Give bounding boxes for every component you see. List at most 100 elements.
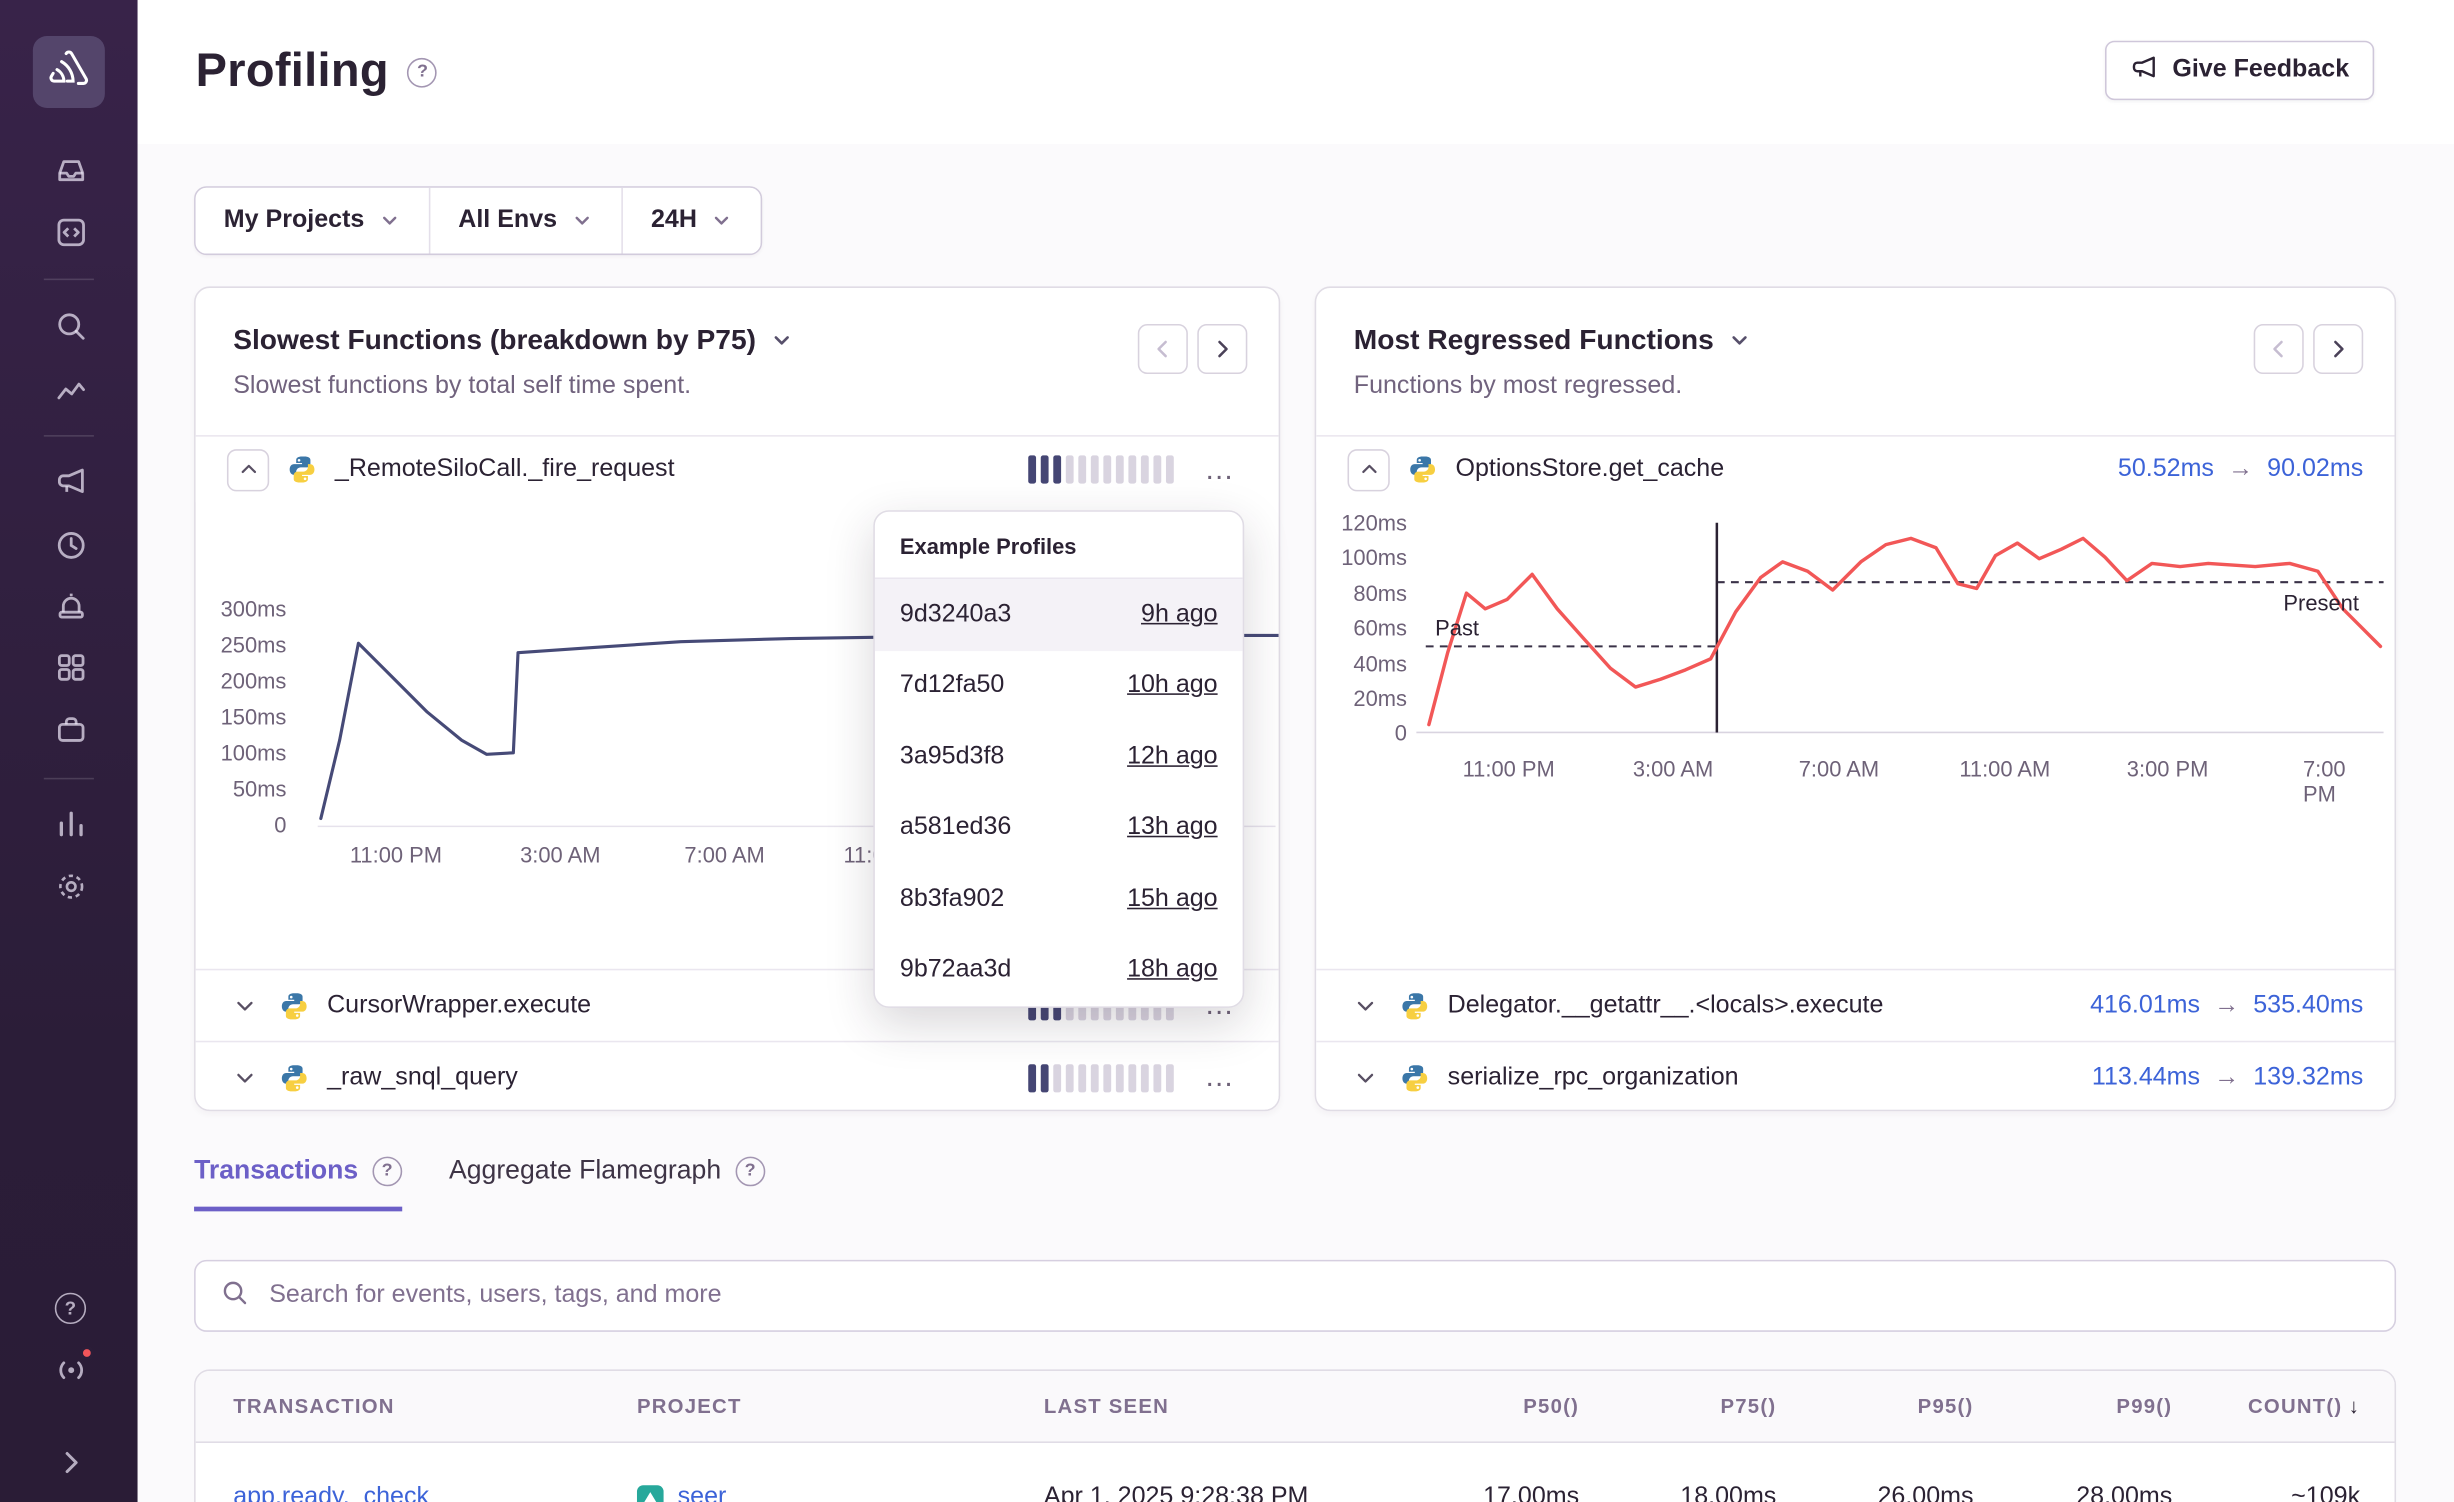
example-profiles-dropdown: Example Profiles 9d3240a3 9h ago 7d12fa5… <box>873 510 1244 1008</box>
function-name-link[interactable]: _raw_snql_query <box>327 1063 518 1091</box>
after-value[interactable]: 90.02ms <box>2267 455 2363 483</box>
issues-icon[interactable] <box>52 150 90 188</box>
sparkline <box>1028 455 1174 483</box>
col-p75[interactable]: P75() <box>1579 1394 1776 1417</box>
chevron-down-icon <box>571 210 593 232</box>
col-p99[interactable]: P99() <box>1974 1394 2173 1417</box>
row-menu-icon[interactable]: … <box>1191 1057 1247 1098</box>
collapse-row-icon[interactable] <box>227 448 269 490</box>
col-last-seen[interactable]: LAST SEEN <box>1044 1394 1380 1417</box>
present-label: Present <box>2283 590 2359 615</box>
profile-item[interactable]: a581ed36 13h ago <box>875 793 1243 864</box>
sidebar-collapse-icon[interactable] <box>52 1443 90 1481</box>
expand-row-icon[interactable] <box>227 988 261 1022</box>
row-menu-icon[interactable]: … <box>1191 449 1247 490</box>
sidebar-divider <box>44 279 94 281</box>
projects-filter[interactable]: My Projects <box>196 188 429 254</box>
page-title: Profiling <box>196 45 389 98</box>
whats-new-icon[interactable] <box>52 1351 90 1389</box>
profile-age-link[interactable]: 12h ago <box>1127 743 1218 771</box>
function-name-link[interactable]: _RemoteSiloCall._fire_request <box>335 455 675 483</box>
regression-delta: 50.52ms → 90.02ms <box>2118 455 2363 483</box>
search-input[interactable] <box>269 1282 2369 1310</box>
expand-row-icon[interactable] <box>1348 988 1382 1022</box>
sentry-logo-icon <box>45 47 92 97</box>
profile-item[interactable]: 9d3240a3 9h ago <box>875 579 1243 650</box>
x-tick: 7:00 PM <box>2303 756 2364 806</box>
flamegraph-help-icon[interactable]: ? <box>735 1156 765 1186</box>
before-value[interactable]: 113.44ms <box>2092 1063 2200 1091</box>
function-name-link[interactable]: serialize_rpc_organization <box>1448 1063 1739 1091</box>
profiling-help-icon[interactable]: ? <box>408 57 438 87</box>
feedback-nav-icon[interactable] <box>52 462 90 500</box>
profile-age-link[interactable]: 13h ago <box>1127 814 1218 842</box>
dashboards-icon[interactable] <box>52 648 90 686</box>
python-icon <box>1399 1062 1430 1093</box>
table-header-row: TRANSACTION PROJECT LAST SEEN P50() P75(… <box>196 1371 2395 1443</box>
x-tick: 3:00 AM <box>1633 756 1713 781</box>
profile-age-link[interactable]: 15h ago <box>1127 885 1218 913</box>
tab-aggregate-flamegraph[interactable]: Aggregate Flamegraph ? <box>449 1155 765 1211</box>
replays-icon[interactable] <box>52 526 90 564</box>
after-value[interactable]: 139.32ms <box>2253 1063 2363 1091</box>
col-count[interactable]: COUNT() ↓ <box>2172 1394 2360 1417</box>
insights-icon[interactable] <box>52 371 90 409</box>
profile-item[interactable]: 8b3fa902 15h ago <box>875 864 1243 935</box>
function-name-link[interactable]: Delegator.__getattr__.<locals>.execute <box>1448 991 1884 1019</box>
slowest-functions-title[interactable]: Slowest Functions (breakdown by P75) <box>196 288 1279 357</box>
transactions-help-icon[interactable]: ? <box>372 1156 402 1186</box>
table-row[interactable]: app.ready._check seer Apr 1, 2025 9:28:3… <box>196 1443 2395 1502</box>
function-row: _raw_snql_query … <box>196 1041 1279 1111</box>
profile-id: 7d12fa50 <box>900 672 1004 700</box>
projects-icon[interactable] <box>52 711 90 749</box>
python-icon <box>279 990 310 1021</box>
before-value[interactable]: 416.01ms <box>2090 991 2200 1019</box>
profile-age-link[interactable]: 10h ago <box>1127 672 1218 700</box>
sidebar-divider <box>44 435 94 437</box>
sentry-logo[interactable] <box>33 36 105 108</box>
stats-icon[interactable] <box>52 804 90 842</box>
after-value[interactable]: 535.40ms <box>2253 991 2363 1019</box>
transaction-link[interactable]: app.ready._check <box>233 1484 429 1502</box>
explore-icon[interactable] <box>52 213 90 251</box>
python-icon <box>279 1062 310 1093</box>
collapse-row-icon[interactable] <box>1348 448 1390 490</box>
profile-age-link[interactable]: 9h ago <box>1141 601 1218 629</box>
search-nav-icon[interactable] <box>52 307 90 345</box>
col-p50[interactable]: P50() <box>1380 1394 1579 1417</box>
next-page-button[interactable] <box>2313 324 2363 374</box>
help-icon[interactable]: ? <box>52 1290 90 1328</box>
give-feedback-button[interactable]: Give Feedback <box>2105 41 2374 100</box>
project-link[interactable]: seer <box>678 1484 727 1502</box>
before-value[interactable]: 50.52ms <box>2118 455 2214 483</box>
tab-transactions[interactable]: Transactions ? <box>194 1155 402 1211</box>
regressed-pager <box>2254 324 2364 374</box>
profile-item[interactable]: 3a95d3f8 12h ago <box>875 721 1243 792</box>
col-p95[interactable]: P95() <box>1776 1394 1973 1417</box>
date-range-filter[interactable]: 24H <box>621 188 761 254</box>
col-project[interactable]: PROJECT <box>637 1394 1044 1417</box>
project-icon-seer <box>637 1484 664 1502</box>
col-transaction[interactable]: TRANSACTION <box>233 1394 637 1417</box>
settings-icon[interactable] <box>52 867 90 905</box>
most-regressed-title[interactable]: Most Regressed Functions <box>1316 288 2394 357</box>
prev-page-button[interactable] <box>2254 324 2304 374</box>
prev-page-button[interactable] <box>1138 324 1188 374</box>
expand-row-icon[interactable] <box>227 1060 261 1094</box>
function-name-link[interactable]: OptionsStore.get_cache <box>1455 455 1724 483</box>
slowest-functions-subtitle: Slowest functions by total self time spe… <box>196 357 1279 401</box>
expand-row-icon[interactable] <box>1348 1060 1382 1094</box>
profile-item[interactable]: 7d12fa50 10h ago <box>875 650 1243 721</box>
slowest-pager <box>1138 324 1248 374</box>
function-name-link[interactable]: CursorWrapper.execute <box>327 991 591 1019</box>
megaphone-icon <box>2130 52 2158 88</box>
environment-filter[interactable]: All Envs <box>429 188 622 254</box>
profile-age-link[interactable]: 18h ago <box>1127 957 1218 985</box>
alerts-icon[interactable] <box>52 587 90 625</box>
profile-id: 9b72aa3d <box>900 957 1011 985</box>
profile-id: 8b3fa902 <box>900 885 1004 913</box>
most-regressed-subtitle: Functions by most regressed. <box>1316 357 2394 401</box>
next-page-button[interactable] <box>1197 324 1247 374</box>
regression-delta: 416.01ms → 535.40ms <box>2090 991 2363 1019</box>
profile-item[interactable]: 9b72aa3d 18h ago <box>875 935 1243 1006</box>
